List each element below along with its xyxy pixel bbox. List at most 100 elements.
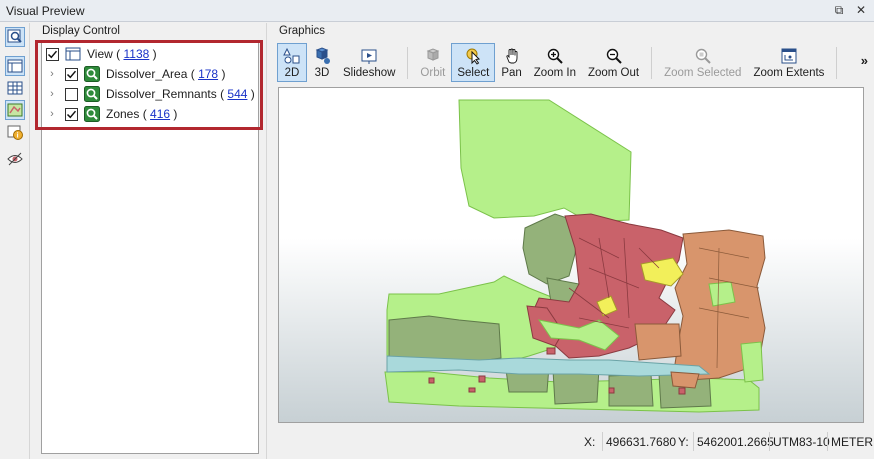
- toolbar-separator: [836, 47, 838, 79]
- view-count-close: ): [152, 47, 157, 61]
- map-features: [384, 99, 766, 413]
- view-icon: [65, 46, 81, 62]
- map-polygon: [634, 323, 682, 361]
- 2d-button[interactable]: 2D: [277, 43, 307, 82]
- expand-chevron-icon[interactable]: ›: [47, 68, 57, 80]
- zoom-selected-label: Zoom Selected: [664, 67, 742, 79]
- slideshow-label: Slideshow: [343, 67, 396, 79]
- tree-item-dissolver-area[interactable]: › Dissolver_Area ( 178 ): [47, 65, 225, 83]
- restore-icon[interactable]: ⧉: [832, 3, 846, 17]
- zones-label: Zones: [106, 107, 140, 121]
- zones-count-link[interactable]: 416: [150, 107, 170, 121]
- view-settings-icon[interactable]: [5, 149, 25, 169]
- layer-search-icon: [84, 66, 100, 82]
- svg-text:i: i: [17, 133, 19, 140]
- orbit-button[interactable]: Orbit: [414, 43, 451, 82]
- map-canvas[interactable]: [278, 87, 864, 423]
- status-separator: [602, 432, 603, 451]
- expand-chevron-icon[interactable]: ›: [47, 88, 57, 100]
- map-layers-icon[interactable]: [5, 100, 25, 120]
- map-polygon: [740, 341, 764, 383]
- display-control-tree: View ( 1138 ) › Dissolver_Area ( 178 ) ›…: [41, 41, 259, 454]
- map-polygon: [428, 377, 435, 384]
- status-separator: [693, 432, 694, 451]
- select-cursor-icon: [466, 48, 481, 65]
- pan-label: Pan: [501, 67, 522, 79]
- panel-splitter[interactable]: [266, 23, 267, 459]
- orbit-icon: [426, 48, 440, 61]
- map-polygon: [678, 387, 686, 395]
- x-coordinate: 496631.7680: [606, 435, 677, 449]
- slideshow-button[interactable]: Slideshow: [337, 43, 401, 82]
- 3d-shapes-icon: [315, 47, 330, 64]
- panel-layout-icon[interactable]: [5, 56, 25, 76]
- graphics-label: Graphics: [279, 25, 326, 37]
- zones-count-open: (: [142, 107, 147, 121]
- dissolver-area-label: Dissolver_Area: [106, 67, 188, 81]
- slideshow-icon: [361, 49, 377, 64]
- status-separator: [827, 432, 828, 451]
- select-label: Select: [457, 67, 490, 79]
- y-label: Y:: [678, 435, 689, 449]
- zoom-selected-icon: [695, 48, 711, 64]
- zoom-extents-icon: [781, 48, 797, 64]
- 3d-label: 3D: [314, 67, 330, 79]
- tree-item-zones[interactable]: › Zones ( 416 ): [47, 105, 177, 123]
- zoom-extents-label: Zoom Extents: [753, 67, 825, 79]
- zoom-in-icon: [547, 48, 563, 64]
- zoom-out-icon: [606, 48, 622, 64]
- zoom-in-button[interactable]: Zoom In: [528, 43, 582, 82]
- units-label: METER: [831, 435, 873, 449]
- status-separator: [769, 432, 770, 451]
- 2d-shapes-icon: [283, 47, 300, 64]
- x-label: X:: [584, 435, 596, 449]
- dissolver-remnants-count-link[interactable]: 544: [227, 87, 247, 101]
- map-polygon: [468, 387, 476, 393]
- orbit-label: Orbit: [420, 67, 446, 79]
- view-label: View: [87, 47, 113, 61]
- layer-search-icon: [84, 86, 100, 102]
- close-icon[interactable]: ✕: [854, 3, 868, 17]
- dissolver-area-count-open: (: [190, 67, 195, 81]
- table-icon[interactable]: [5, 78, 25, 98]
- crs-label: UTM83-10: [773, 435, 830, 449]
- info-icon[interactable]: i: [5, 122, 25, 142]
- window-title: Visual Preview: [6, 3, 85, 18]
- map-polygon: [478, 375, 486, 383]
- graphics-toolbar: 2D 3D Slideshow Orbit Select Pan Zoom In…: [277, 43, 874, 83]
- tree-item-dissolver-remnants[interactable]: › Dissolver_Remnants ( 544 ): [47, 85, 255, 103]
- map-polygon: [608, 373, 654, 407]
- toolbar-separator: [407, 47, 409, 79]
- zoom-extents-button[interactable]: Zoom Extents: [747, 43, 830, 82]
- toolbar-overflow-icon[interactable]: »: [861, 53, 868, 68]
- inspector-icon[interactable]: [5, 27, 25, 47]
- map-polygon: [458, 99, 632, 223]
- zoom-selected-button[interactable]: Zoom Selected: [658, 43, 747, 82]
- zones-count-close: ): [173, 107, 178, 121]
- map-polygon: [546, 347, 556, 355]
- dissolver-remnants-count-open: (: [220, 87, 225, 101]
- 3d-button[interactable]: 3D: [307, 43, 337, 82]
- view-checkbox[interactable]: [46, 47, 59, 61]
- expand-chevron-icon[interactable]: ›: [47, 108, 57, 120]
- tree-item-view[interactable]: View ( 1138 ): [46, 45, 157, 63]
- pan-hand-icon: [505, 48, 517, 64]
- toolbar-separator: [651, 47, 653, 79]
- dissolver-remnants-checkbox[interactable]: [65, 87, 78, 101]
- dissolver-area-count-close: ): [221, 67, 226, 81]
- window-titlebar: Visual Preview ⧉ ✕: [0, 0, 874, 22]
- zoom-out-button[interactable]: Zoom Out: [582, 43, 645, 82]
- view-count-link[interactable]: 1138: [123, 47, 149, 61]
- dissolver-area-count-link[interactable]: 178: [198, 67, 218, 81]
- select-button[interactable]: Select: [451, 43, 496, 82]
- zones-checkbox[interactable]: [65, 107, 78, 121]
- display-control-label: Display Control: [42, 25, 120, 37]
- dissolver-remnants-label: Dissolver_Remnants: [106, 87, 217, 101]
- left-toolbar: i: [0, 23, 30, 459]
- pan-button[interactable]: Pan: [495, 43, 527, 82]
- layer-search-icon: [84, 106, 100, 122]
- map-polygon: [708, 281, 736, 307]
- zoom-in-label: Zoom In: [533, 67, 576, 79]
- dissolver-area-checkbox[interactable]: [65, 67, 78, 81]
- dissolver-remnants-count-close: ): [250, 87, 255, 101]
